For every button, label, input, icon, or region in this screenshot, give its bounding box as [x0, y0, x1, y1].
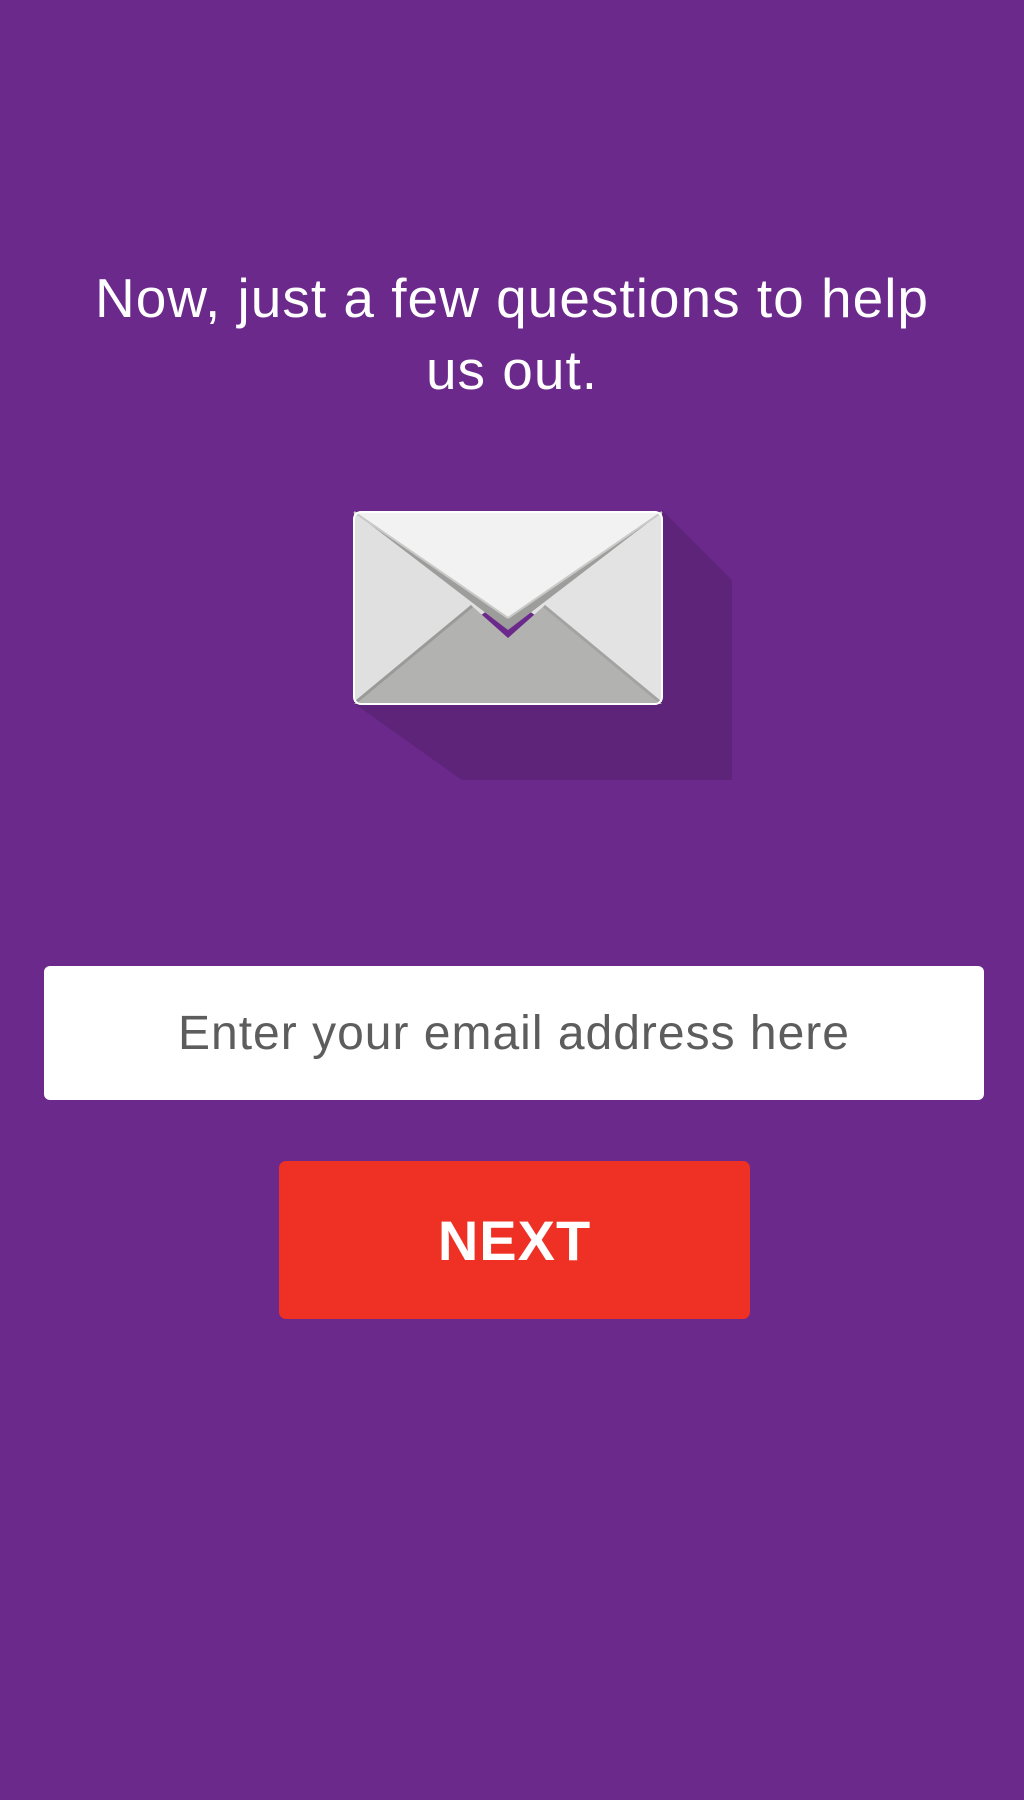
- onboarding-screen: Now, just a few questions to help us out…: [0, 0, 1024, 1800]
- page-title: Now, just a few questions to help us out…: [94, 267, 930, 401]
- next-button[interactable]: NEXT: [279, 1161, 750, 1319]
- envelope-icon: [352, 510, 732, 790]
- email-field[interactable]: [44, 966, 984, 1100]
